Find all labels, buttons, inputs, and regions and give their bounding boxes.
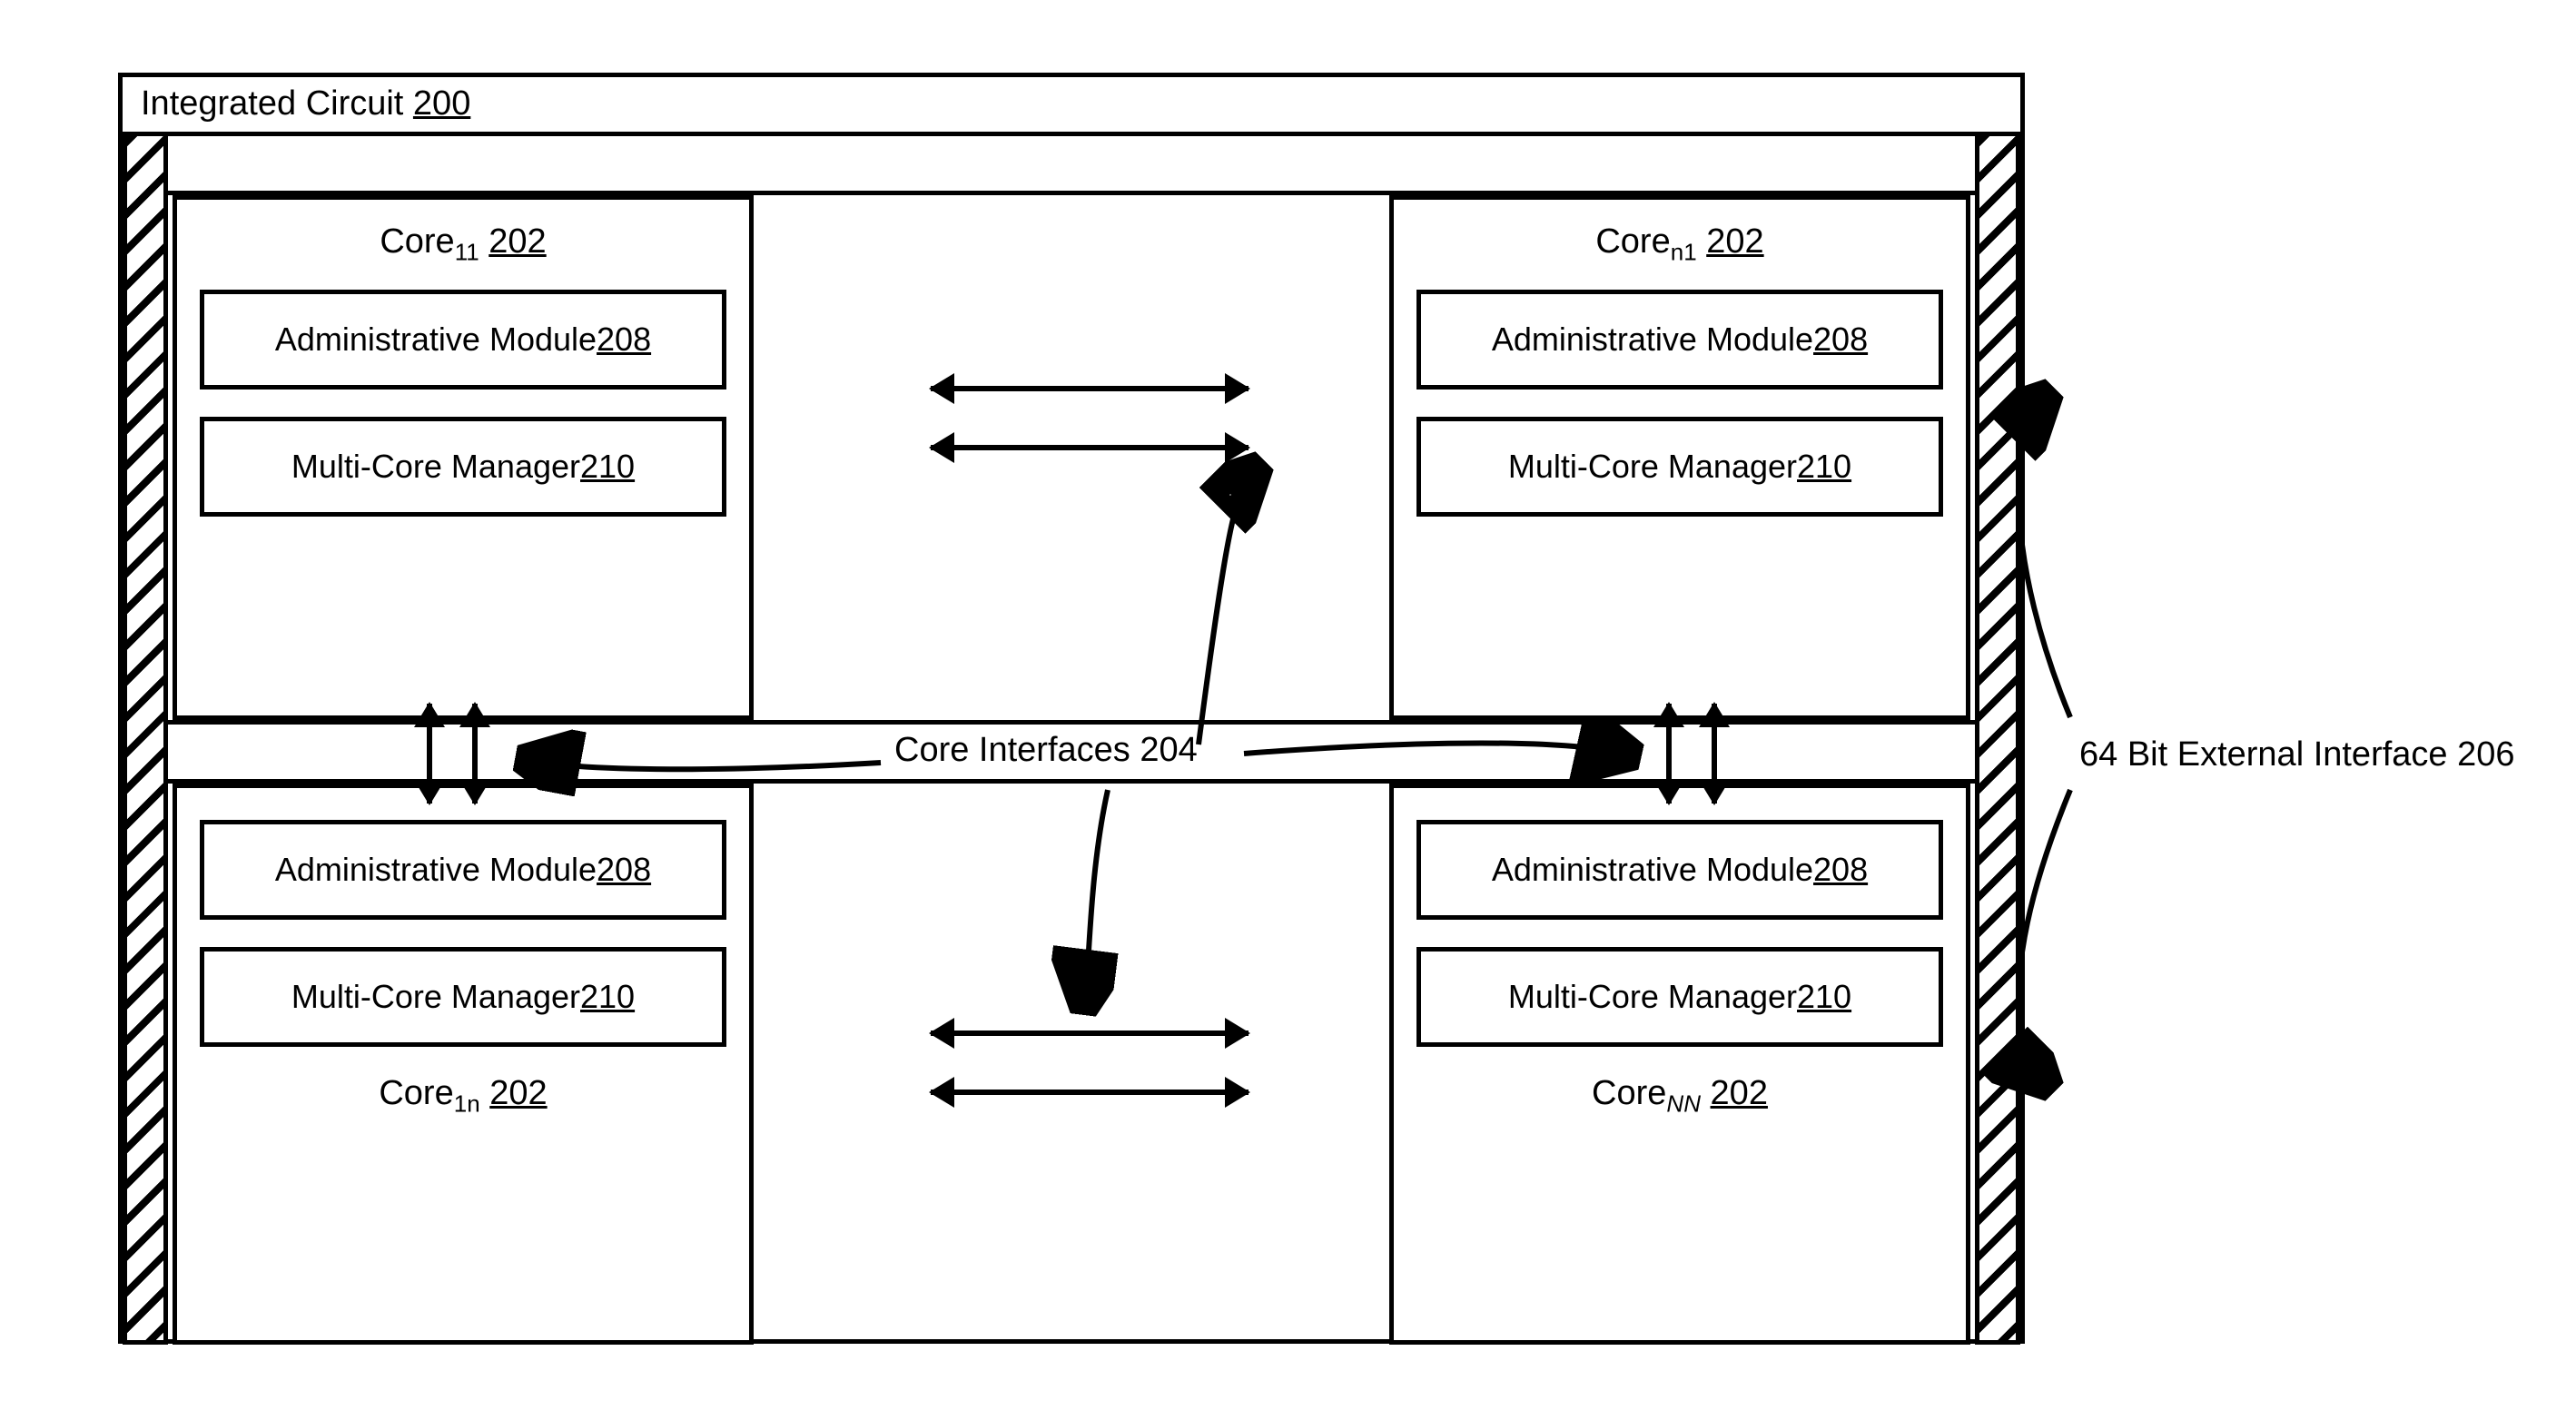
core-sub: NN xyxy=(1666,1090,1701,1118)
admin-module: Administrative Module 208 xyxy=(1416,290,1943,390)
admin-label: Administrative Module xyxy=(275,851,597,889)
core-sub: 11 xyxy=(455,239,479,266)
mgr-module: Multi-Core Manager 210 xyxy=(1416,417,1943,517)
mgr-ref: 210 xyxy=(1797,448,1851,486)
admin-ref: 208 xyxy=(597,851,651,889)
core-prefix: Core xyxy=(380,222,454,261)
core-interfaces-label: Core Interfaces 204 xyxy=(894,731,1198,770)
core-n1-title: Coren1 202 xyxy=(1595,222,1763,267)
admin-ref: 208 xyxy=(1813,320,1868,359)
double-arrow-icon xyxy=(931,445,1249,450)
core-1n-title: Core1n 202 xyxy=(379,1074,547,1119)
mgr-label: Multi-Core Manager xyxy=(291,448,580,486)
admin-label: Administrative Module xyxy=(1492,320,1813,359)
core-11-title: Core11 202 xyxy=(380,222,546,267)
mgr-label: Multi-Core Manager xyxy=(291,978,580,1016)
admin-label: Administrative Module xyxy=(1492,851,1813,889)
mgr-ref: 210 xyxy=(580,448,635,486)
mgr-label: Multi-Core Manager xyxy=(1508,978,1797,1016)
core-sub: n1 xyxy=(1671,239,1697,266)
mgr-module: Multi-Core Manager 210 xyxy=(200,417,726,517)
mgr-module: Multi-Core Manager 210 xyxy=(200,947,726,1047)
core-11: Core11 202 Administrative Module 208 Mul… xyxy=(173,195,754,720)
core-ref: 202 xyxy=(1706,222,1763,261)
ic-title-ref: 200 xyxy=(413,84,470,123)
double-arrow-icon xyxy=(931,1090,1249,1095)
external-interface-left xyxy=(123,132,168,1345)
core-prefix: Core xyxy=(1595,222,1670,261)
ic-title: Integrated Circuit 200 xyxy=(141,84,470,123)
integrated-circuit-box: Integrated Circuit 200 Core11 202 Admini… xyxy=(118,73,2025,1344)
core-1n: Administrative Module 208 Multi-Core Man… xyxy=(173,784,754,1345)
admin-label: Administrative Module xyxy=(275,320,597,359)
core-sub: 1n xyxy=(454,1090,480,1118)
core-prefix: Core xyxy=(379,1074,453,1112)
core-ref: 202 xyxy=(1711,1074,1768,1112)
admin-module: Administrative Module 208 xyxy=(200,290,726,390)
external-interface-label: 64 Bit External Interface 206 xyxy=(2079,735,2515,774)
double-arrow-icon xyxy=(472,704,478,804)
core-prefix: Core xyxy=(1592,1074,1666,1112)
ic-title-text: Integrated Circuit xyxy=(141,84,413,123)
external-interface-right xyxy=(1975,132,2020,1345)
core-ref: 202 xyxy=(489,1074,547,1112)
double-arrow-icon xyxy=(1712,704,1717,804)
double-arrow-icon xyxy=(931,386,1249,391)
admin-ref: 208 xyxy=(597,320,651,359)
double-arrow-icon xyxy=(931,1030,1249,1036)
admin-ref: 208 xyxy=(1813,851,1868,889)
track-top xyxy=(123,132,2020,195)
mgr-label: Multi-Core Manager xyxy=(1508,448,1797,486)
core-NN: Administrative Module 208 Multi-Core Man… xyxy=(1389,784,1970,1345)
admin-module: Administrative Module 208 xyxy=(200,820,726,920)
mgr-ref: 210 xyxy=(580,978,635,1016)
double-arrow-icon xyxy=(1666,704,1672,804)
core-n1: Coren1 202 Administrative Module 208 Mul… xyxy=(1389,195,1970,720)
core-NN-title: CoreNN 202 xyxy=(1592,1074,1768,1119)
mgr-ref: 210 xyxy=(1797,978,1851,1016)
core-ref: 202 xyxy=(489,222,546,261)
admin-module: Administrative Module 208 xyxy=(1416,820,1943,920)
double-arrow-icon xyxy=(427,704,432,804)
mgr-module: Multi-Core Manager 210 xyxy=(1416,947,1943,1047)
